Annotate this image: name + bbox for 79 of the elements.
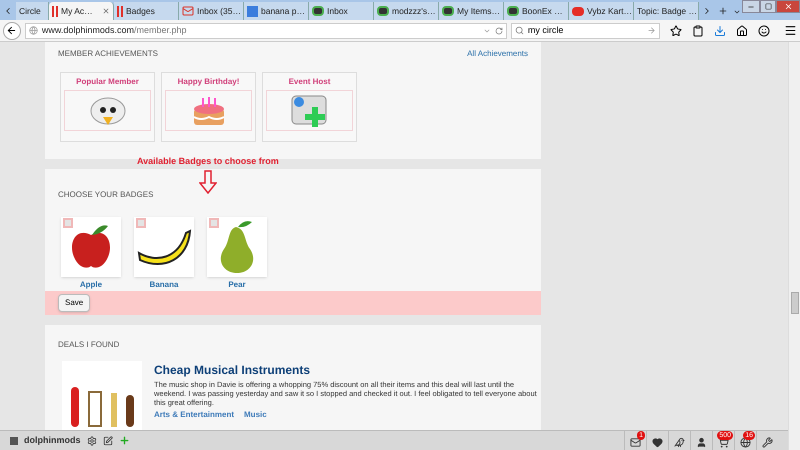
smiley-icon[interactable] <box>758 24 770 36</box>
globe-icon <box>740 437 751 448</box>
cart-icon <box>718 437 729 448</box>
badge-label[interactable]: Apple <box>80 279 102 291</box>
download-icon[interactable] <box>714 24 726 36</box>
checkbox[interactable] <box>136 218 146 228</box>
scrollbar-thumb[interactable] <box>791 292 799 314</box>
site-icon <box>377 6 389 16</box>
search-icon <box>514 26 524 35</box>
url-text: www.dolphinmods.com/member.php <box>42 24 186 37</box>
video-icon <box>572 6 584 16</box>
minimize-button[interactable] <box>742 0 760 13</box>
section-title: CHOOSE YOUR BADGES <box>58 190 154 199</box>
edit-icon[interactable] <box>102 436 112 446</box>
checkbox[interactable] <box>209 218 219 228</box>
browser-tab[interactable]: My Ac… <box>49 2 114 20</box>
new-tab-icon[interactable] <box>718 6 728 16</box>
person-icon <box>696 437 707 448</box>
site-icon <box>10 436 18 444</box>
close-window-button[interactable] <box>776 0 800 13</box>
down-arrow-icon <box>198 170 217 194</box>
browser-tab[interactable]: Badges <box>114 2 179 20</box>
search-field[interactable]: my circle <box>510 22 660 38</box>
badge-tile[interactable] <box>207 217 267 277</box>
save-button[interactable]: Save <box>58 294 90 312</box>
wrench-icon <box>762 437 773 448</box>
browser-tab[interactable]: My Items… <box>439 2 504 20</box>
section-title: DEALS I FOUND <box>58 340 120 349</box>
banana-image <box>136 227 192 267</box>
checkbox[interactable] <box>63 218 73 228</box>
browser-tab[interactable]: Circle <box>16 2 49 20</box>
site-icon <box>507 6 519 16</box>
home-icon[interactable] <box>736 24 748 36</box>
achievement-title: Popular Member <box>75 76 140 88</box>
tab-list-icon[interactable] <box>733 8 741 16</box>
subcategory-link[interactable]: Music <box>244 410 267 420</box>
mail-icon <box>182 5 194 17</box>
globe-icon <box>28 26 38 35</box>
back-button[interactable] <box>3 22 21 40</box>
all-achievements-link[interactable]: All Achievements <box>467 48 528 60</box>
reload-icon[interactable] <box>494 26 503 34</box>
browser-tab[interactable]: BoonEx … <box>504 2 569 20</box>
bird-icon <box>674 437 685 448</box>
search-engine-icon <box>247 6 258 16</box>
browser-tab[interactable]: modzzz's… <box>374 2 439 20</box>
maximize-button[interactable] <box>760 0 776 13</box>
badge-label[interactable]: Banana <box>150 279 178 291</box>
annotation-text: Available Badges to choose from <box>137 155 279 168</box>
browser-tab[interactable]: banana p… <box>244 2 309 20</box>
browser-tab[interactable]: Inbox (35… <box>179 2 244 20</box>
bars-icon <box>52 6 58 16</box>
settings-icon[interactable] <box>86 436 96 446</box>
deal-title[interactable]: Cheap Musical Instruments <box>154 361 539 379</box>
badge-tile[interactable] <box>61 217 121 277</box>
maximize-icon <box>764 3 772 10</box>
section-title: MEMBER ACHIEVEMENTS <box>58 48 158 60</box>
add-event-icon <box>290 92 330 128</box>
site-icon <box>312 6 324 16</box>
site-name[interactable]: dolphinmods <box>24 434 80 448</box>
mail-icon <box>630 437 641 448</box>
bars-icon <box>117 6 123 16</box>
bookmark-icon[interactable] <box>670 24 682 36</box>
browser-tab[interactable]: Topic: Badge … <box>634 2 699 20</box>
go-icon[interactable] <box>647 26 656 35</box>
browser-tab[interactable]: Vybz Kart… <box>569 2 634 20</box>
clipboard-icon[interactable] <box>692 24 704 36</box>
close-icon <box>784 2 792 11</box>
category-link[interactable]: Arts & Entertainment <box>154 410 234 420</box>
browser-tab[interactable]: Inbox <box>309 2 374 20</box>
achievement-title: Happy Birthday! <box>176 76 240 88</box>
heart-icon <box>652 437 663 448</box>
achievement-title: Event Host <box>288 76 332 88</box>
badge-tile[interactable] <box>134 217 194 277</box>
close-tab-icon[interactable] <box>102 7 110 15</box>
menu-icon[interactable] <box>784 24 798 37</box>
site-icon <box>442 6 454 16</box>
address-field[interactable]: www.dolphinmods.com/member.php <box>24 22 507 38</box>
back-arrow-icon <box>6 25 18 36</box>
badge-label[interactable]: Pear <box>228 279 246 291</box>
